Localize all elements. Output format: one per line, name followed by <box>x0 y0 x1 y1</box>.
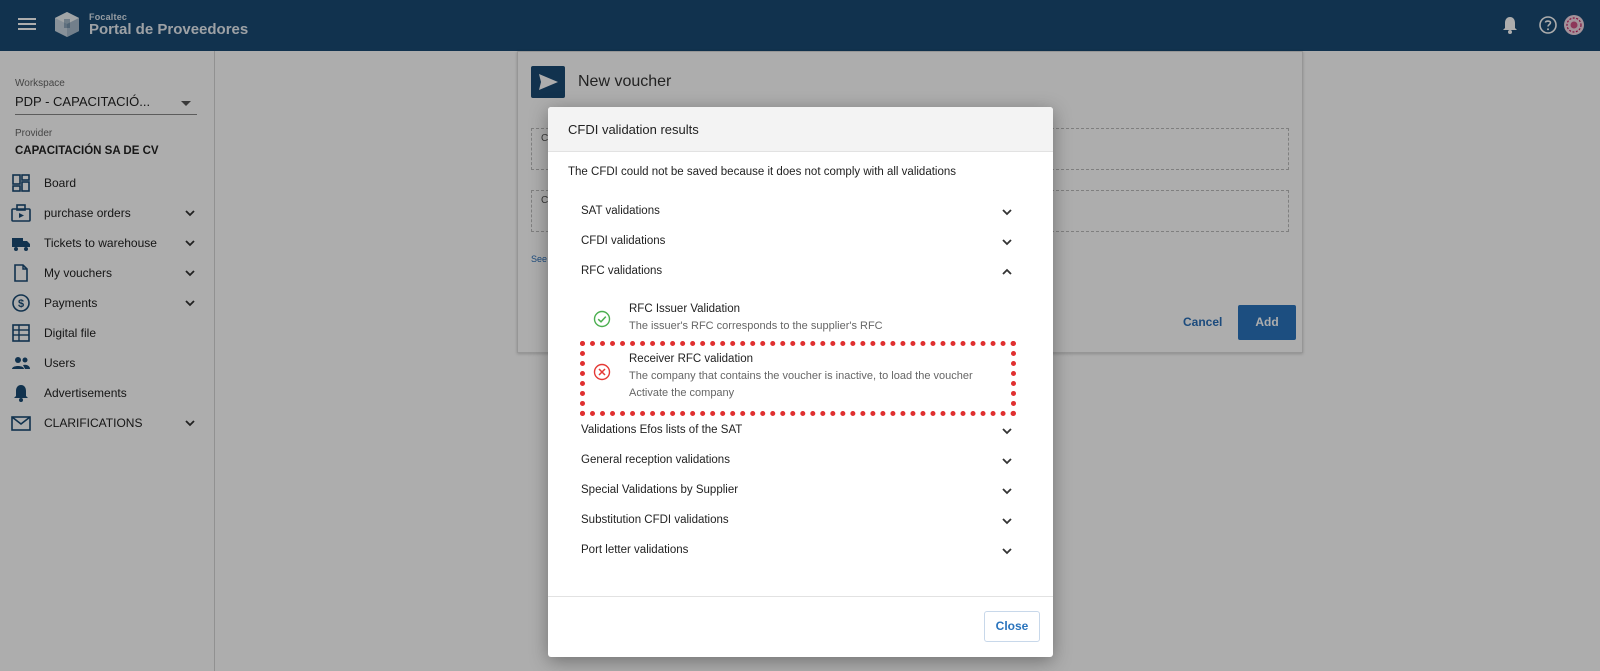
accordion-label: Port letter validations <box>581 544 689 556</box>
close-button[interactable]: Close <box>984 611 1040 642</box>
validation-title: RFC Issuer Validation <box>629 303 740 315</box>
accordion-special-validations[interactable]: Special Validations by Supplier <box>581 478 1021 504</box>
chevron-down-icon <box>1002 239 1012 246</box>
accordion-label: RFC validations <box>581 265 663 277</box>
check-circle-icon <box>593 310 611 328</box>
chevron-down-icon <box>1002 458 1012 465</box>
chevron-down-icon <box>1002 209 1012 216</box>
dialog-header: CFDI validation results <box>548 107 1053 152</box>
accordion-cfdi-validations[interactable]: CFDI validations <box>581 229 1021 255</box>
accordion-label: Validations Efos lists of the SAT <box>581 424 743 436</box>
accordion-label: Substitution CFDI validations <box>581 514 729 526</box>
rfc-issuer-validation-item: RFC Issuer Validation The issuer's RFC c… <box>593 303 1013 337</box>
cfdi-validation-dialog: CFDI validation results The CFDI could n… <box>548 107 1053 657</box>
chevron-down-icon <box>1002 548 1012 555</box>
accordion-label: General reception validations <box>581 454 730 466</box>
accordion-substitution-validations[interactable]: Substitution CFDI validations <box>581 508 1021 534</box>
accordion-general-reception-validations[interactable]: General reception validations <box>581 448 1021 474</box>
accordion-label: CFDI validations <box>581 235 666 247</box>
dialog-title: CFDI validation results <box>568 122 699 137</box>
chevron-down-icon <box>1002 518 1012 525</box>
accordion-port-letter-validations[interactable]: Port letter validations <box>581 538 1021 564</box>
chevron-up-icon <box>1002 268 1012 275</box>
chevron-down-icon <box>1002 488 1012 495</box>
accordion-label: SAT validations <box>581 205 660 217</box>
dialog-message: The CFDI could not be saved because it d… <box>568 166 957 178</box>
error-highlight-box <box>580 341 1016 416</box>
dialog-footer: Close <box>548 596 1053 657</box>
accordion-sat-validations[interactable]: SAT validations <box>581 199 1021 225</box>
validation-description: The issuer's RFC corresponds to the supp… <box>629 320 883 332</box>
accordion-label: Special Validations by Supplier <box>581 484 739 496</box>
accordion-efos-validations[interactable]: Validations Efos lists of the SAT <box>581 418 1021 444</box>
accordion-rfc-validations[interactable]: RFC validations <box>581 259 1021 285</box>
chevron-down-icon <box>1002 428 1012 435</box>
